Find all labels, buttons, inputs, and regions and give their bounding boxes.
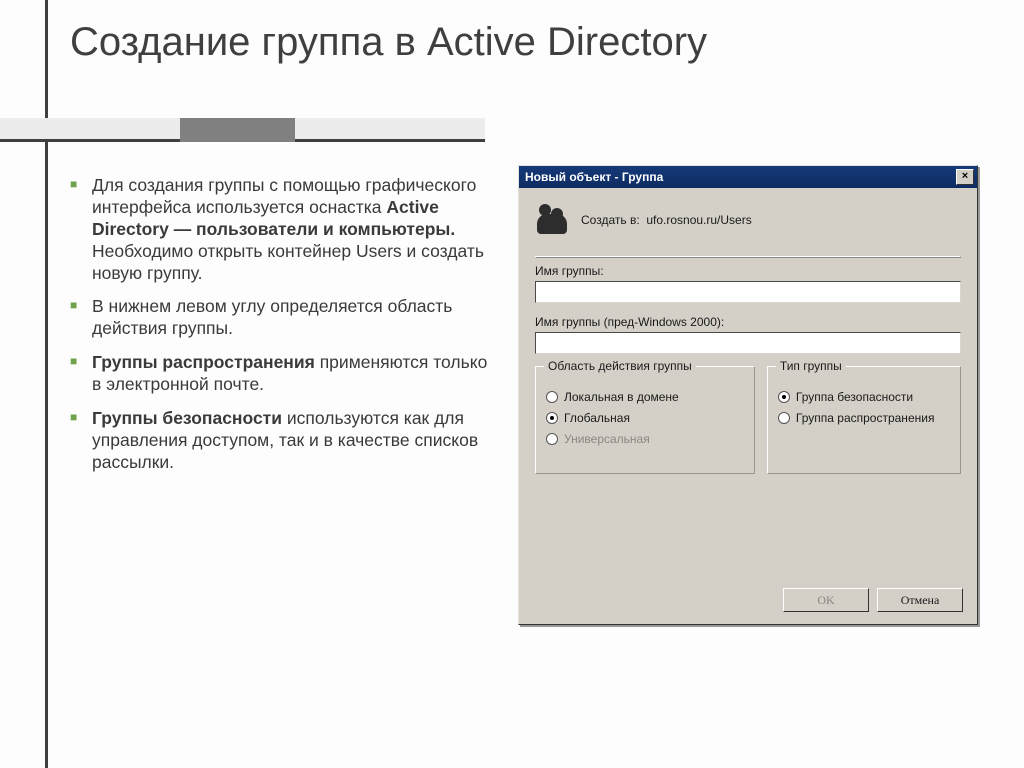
dialog-button-row: OK Отмена [783,588,963,612]
radio-label: Группа распространения [796,411,935,425]
scope-fieldset: Область действия группы Локальная в доме… [535,366,755,474]
group-prewin2000-label: Имя группы (пред-Windows 2000): [535,315,961,329]
create-in-text: Создать в: ufo.rosnou.ru/Users [581,213,752,227]
scope-legend: Область действия группы [544,359,696,373]
text-content: Для создания группы с помощью графическо… [70,175,499,738]
group-name-input[interactable] [535,281,961,303]
type-fieldset: Тип группы Группа безопасности Группа ра… [767,366,961,474]
dialog-body: Создать в: ufo.rosnou.ru/Users Имя групп… [519,188,977,488]
group-icon [535,202,571,238]
ok-button[interactable]: OK [783,588,869,612]
group-prewin2000-field: Имя группы (пред-Windows 2000): [535,315,961,354]
scope-option-universal: Универсальная [546,432,744,446]
new-group-dialog: Новый объект - Группа × Создать в: ufo.r… [518,165,978,625]
group-name-label: Имя группы: [535,264,961,278]
radio-icon [778,391,790,403]
scope-option-domain-local[interactable]: Локальная в домене [546,390,744,404]
accent-vertical [45,0,48,768]
bullet-bold: Группы безопасности [92,408,282,428]
bullet-item: Группы безопасности используются как для… [70,408,499,474]
radio-label: Универсальная [564,432,650,446]
presentation-slide: Создание группа в Active Directory Для с… [0,0,1024,768]
create-in-value: ufo.rosnou.ru/Users [646,213,751,227]
radio-label: Локальная в домене [564,390,679,404]
radio-label: Глобальная [564,411,630,425]
bullet-item: Для создания группы с помощью графическо… [70,175,499,284]
close-button[interactable]: × [956,169,974,185]
divider [535,256,961,258]
type-legend: Тип группы [776,359,846,373]
radio-icon [778,412,790,424]
create-in-label: Создать в: [581,213,640,227]
radio-icon [546,412,558,424]
group-prewin2000-input[interactable] [535,332,961,354]
option-groups: Область действия группы Локальная в доме… [535,366,961,474]
scope-option-global[interactable]: Глобальная [546,411,744,425]
dialog-titlebar[interactable]: Новый объект - Группа × [519,166,977,188]
bullet-bold: Группы распространения [92,352,315,372]
radio-label: Группа безопасности [796,390,913,404]
type-option-security[interactable]: Группа безопасности [778,390,950,404]
cancel-button[interactable]: Отмена [877,588,963,612]
accent-horizontal [0,118,485,142]
radio-icon [546,391,558,403]
type-option-distribution[interactable]: Группа распространения [778,411,950,425]
radio-icon [546,433,558,445]
group-name-field: Имя группы: [535,264,961,303]
bullet-item: Группы распространения применяются тольк… [70,352,499,396]
close-icon: × [962,170,968,182]
bullet-list: Для создания группы с помощью графическо… [70,175,499,474]
bullet-item: В нижнем левом углу определяется область… [70,296,499,340]
create-in-row: Создать в: ufo.rosnou.ru/Users [535,202,961,238]
bullet-text: В нижнем левом углу определяется область… [92,296,452,338]
slide-title: Создание группа в Active Directory [0,0,1024,76]
dialog-title: Новый объект - Группа [525,170,663,184]
bullet-text: Необходимо открыть контейнер Users и соз… [92,241,484,283]
